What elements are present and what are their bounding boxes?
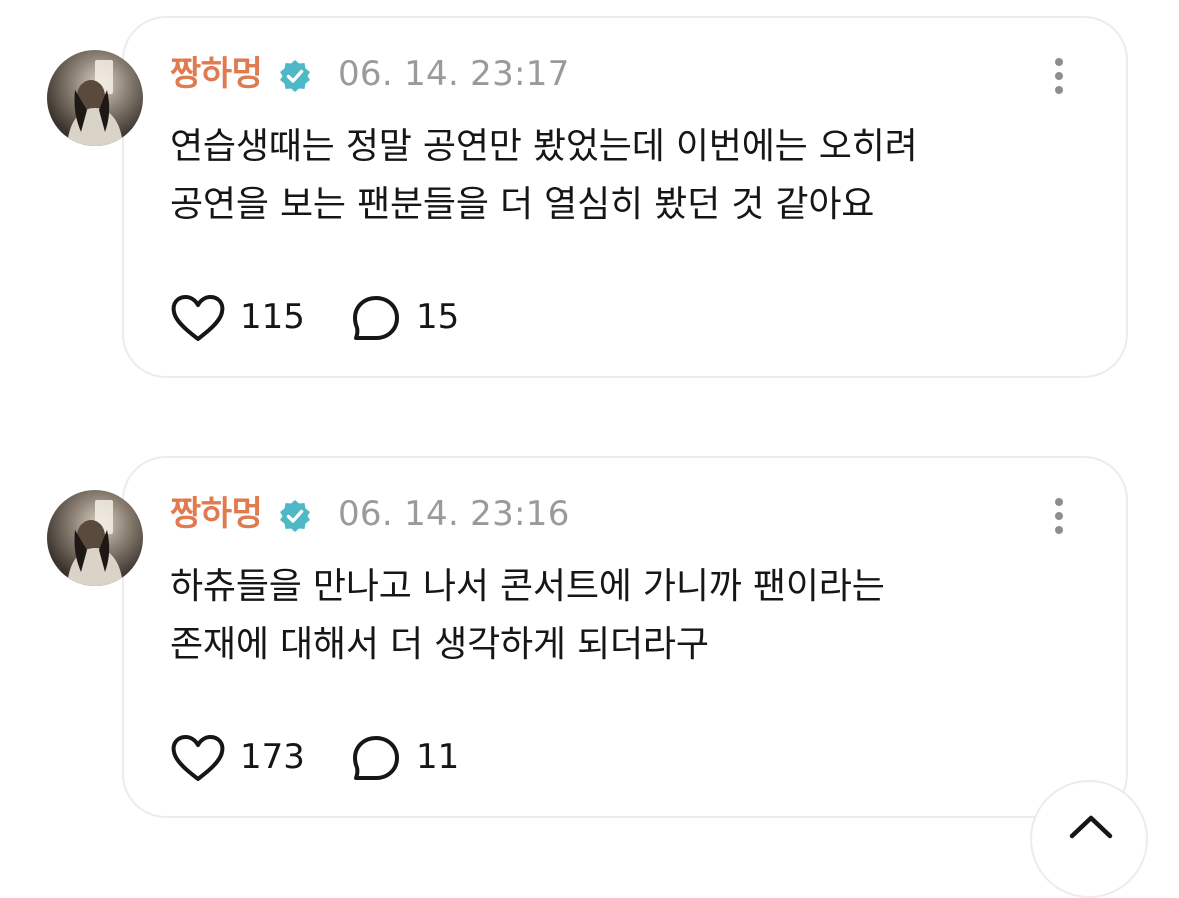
post-body: 하츄들을 만나고 나서 콘서트에 가니까 팬이라는 존재에 대해서 더 생각하게… [170, 558, 1090, 674]
comment-feed: 짱하멍 06. 14. 23:17 연습생때는 정말 공연만 봤었는데 이번에는… [0, 0, 1179, 898]
post-timestamp: 06. 14. 23:17 [338, 54, 570, 94]
post-item: 짱하멍 06. 14. 23:17 연습생때는 정말 공연만 봤었는데 이번에는… [0, 0, 1179, 380]
verified-badge-icon [280, 500, 310, 532]
more-vertical-icon [1055, 498, 1063, 506]
post-item: 짱하멍 06. 14. 23:16 하츄들을 만나고 나서 콘서트에 가니까 팬… [0, 440, 1179, 820]
post-text-line: 존재에 대해서 더 생각하게 되더라구 [170, 624, 709, 665]
post-text-line: 공연을 보는 팬분들을 더 열심히 봤던 것 같아요 [170, 184, 875, 225]
post-body: 연습생때는 정말 공연만 봤었는데 이번에는 오히려 공연을 보는 팬분들을 더… [170, 118, 1090, 234]
post-actions: 173 11 [170, 732, 570, 784]
post-timestamp: 06. 14. 23:16 [338, 494, 570, 534]
like-count: 173 [240, 737, 305, 777]
speech-bubble-icon[interactable] [350, 734, 402, 784]
chevron-up-icon [1069, 815, 1113, 839]
post-actions: 115 15 [170, 292, 570, 344]
verified-badge-icon [280, 60, 310, 92]
like-count: 115 [240, 297, 305, 337]
more-vertical-icon [1055, 58, 1063, 66]
comment-count: 15 [416, 297, 460, 337]
author-name[interactable]: 짱하멍 [170, 52, 263, 96]
speech-bubble-icon[interactable] [350, 294, 402, 344]
author-name[interactable]: 짱하멍 [170, 492, 263, 536]
post-text-line: 하츄들을 만나고 나서 콘서트에 가니까 팬이라는 [170, 566, 885, 607]
avatar[interactable] [47, 50, 143, 146]
avatar[interactable] [47, 490, 143, 586]
heart-outline-icon[interactable] [170, 294, 226, 344]
more-options-button[interactable] [1042, 496, 1076, 536]
heart-outline-icon[interactable] [170, 734, 226, 784]
more-options-button[interactable] [1042, 56, 1076, 96]
comment-count: 11 [416, 737, 460, 777]
post-text-line: 연습생때는 정말 공연만 봤었는데 이번에는 오히려 [170, 126, 918, 167]
scroll-to-top-button[interactable] [1030, 780, 1148, 898]
